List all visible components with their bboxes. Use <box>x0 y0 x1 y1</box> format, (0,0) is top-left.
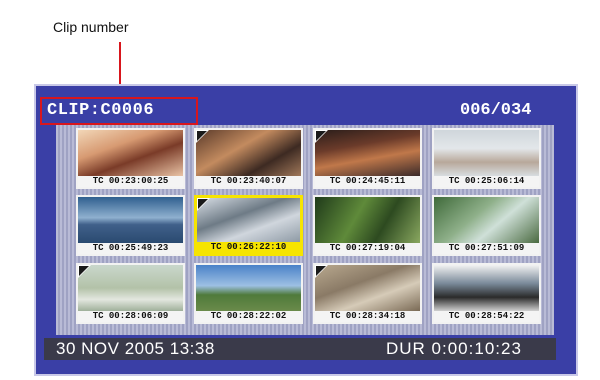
thumbnail-image <box>434 197 539 243</box>
thumbnail-image <box>315 265 420 311</box>
thumbnail-timecode: TC 00:25:49:23 <box>78 243 183 254</box>
status-date: 30 NOV 2005 13:38 <box>56 339 215 358</box>
thumbnail-image <box>196 130 301 176</box>
clip-mark-icon <box>315 130 328 143</box>
clip-thumbnail[interactable]: TC 00:23:00:25 <box>76 128 185 189</box>
status-duration: DUR 0:00:10:23 <box>386 339 522 358</box>
thumbnail-timecode: TC 00:28:54:22 <box>434 311 539 322</box>
thumbnail-timecode: TC 00:28:06:09 <box>78 311 183 322</box>
clip-thumbnail[interactable]: TC 00:23:40:07 <box>194 128 303 189</box>
thumbnail-image <box>197 198 300 242</box>
clip-mark-icon <box>315 265 328 278</box>
thumbnail-timecode: TC 00:24:45:11 <box>315 176 420 187</box>
clip-mark-icon <box>78 265 91 278</box>
thumbnail-image <box>315 197 420 243</box>
thumbnail-image <box>196 265 301 311</box>
thumbnail-timecode: TC 00:27:19:04 <box>315 243 420 254</box>
clip-mark-icon <box>196 130 209 143</box>
clip-thumbnail[interactable]: TC 00:28:54:22 <box>432 263 541 324</box>
clip-thumbnail-selected[interactable]: TC 00:26:22:10 <box>194 195 303 256</box>
thumbnail-timecode: TC 00:23:40:07 <box>196 176 301 187</box>
thumbnail-timecode: TC 00:27:51:09 <box>434 243 539 254</box>
thumbnail-image <box>315 130 420 176</box>
thumbnail-timecode: TC 00:26:22:10 <box>197 242 300 253</box>
clip-thumbnail[interactable]: TC 00:27:19:04 <box>313 195 422 256</box>
clip-number-highlight <box>40 97 198 125</box>
clip-thumbnail[interactable]: TC 00:27:51:09 <box>432 195 541 256</box>
thumbnail-timecode: TC 00:25:06:14 <box>434 176 539 187</box>
thumbnail-image <box>434 265 539 311</box>
callout-label: Clip number <box>53 19 129 35</box>
thumbnail-image <box>434 130 539 176</box>
clip-thumbnail[interactable]: TC 00:25:49:23 <box>76 195 185 256</box>
thumbnail-timecode: TC 00:28:22:02 <box>196 311 301 322</box>
clip-thumbnail[interactable]: TC 00:24:45:11 <box>313 128 422 189</box>
thumbnail-image <box>78 197 183 243</box>
thumbnail-image <box>78 130 183 176</box>
clip-thumbnail[interactable]: TC 00:28:22:02 <box>194 263 303 324</box>
clip-thumbnail[interactable]: TC 00:28:06:09 <box>76 263 185 324</box>
clip-counter: 006/034 <box>460 101 532 120</box>
thumbnail-timecode: TC 00:23:00:25 <box>78 176 183 187</box>
thumbnail-timecode: TC 00:28:34:18 <box>315 311 420 322</box>
clip-mark-icon <box>197 198 210 211</box>
clip-thumbnail[interactable]: TC 00:25:06:14 <box>432 128 541 189</box>
thumbnail-image <box>78 265 183 311</box>
clip-thumbnail[interactable]: TC 00:28:34:18 <box>313 263 422 324</box>
